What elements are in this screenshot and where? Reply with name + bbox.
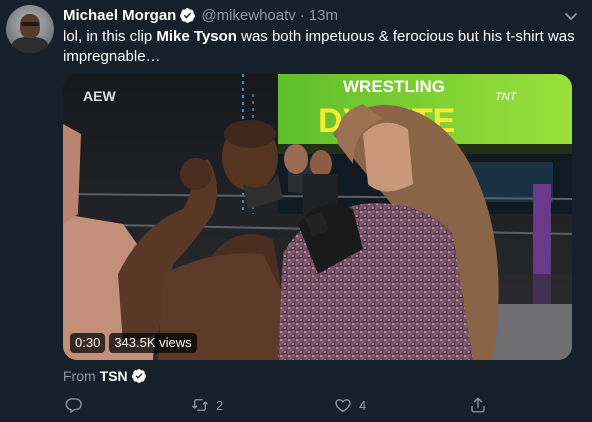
timestamp[interactable]: 13m — [309, 7, 338, 24]
retweet-icon — [192, 399, 208, 411]
tweet-card[interactable]: Michael Morgan @mikewhoatv · 13m lol, in… — [0, 0, 592, 422]
tweet-text-part: lol, in this clip — [63, 28, 157, 45]
reply-button[interactable] — [65, 394, 90, 416]
avatar-glasses — [21, 22, 39, 26]
tweet-header: Michael Morgan @mikewhoatv · 13m — [63, 6, 338, 24]
retweet-button[interactable]: 2 — [191, 394, 223, 416]
separator-dot: · — [299, 6, 305, 24]
author-handle[interactable]: @mikewhoatv — [201, 7, 295, 24]
wrestling-sign: WRESTLING — [343, 77, 445, 96]
video-duration: 0:30 — [70, 333, 106, 353]
retweet-count: 2 — [216, 397, 224, 413]
avatar-face — [20, 14, 40, 38]
tweet-actions: 2 4 — [63, 394, 503, 416]
like-count: 4 — [359, 397, 367, 413]
like-button[interactable]: 4 — [334, 394, 366, 416]
author-name[interactable]: Michael Morgan — [63, 7, 176, 24]
source-verified-icon — [131, 368, 147, 384]
verified-badge-icon — [179, 7, 196, 24]
tweet-text-bold: Mike Tyson — [156, 28, 237, 45]
video-player[interactable]: AEW WRESTLING DY MITE TNT — [63, 74, 572, 360]
share-button[interactable] — [469, 394, 487, 416]
aew-logo: AEW — [83, 88, 116, 104]
tnt-logo: TNT — [495, 91, 518, 103]
heart-icon — [335, 399, 351, 413]
more-options-icon[interactable] — [563, 8, 579, 24]
reply-icon — [65, 398, 82, 413]
avatar[interactable] — [6, 5, 54, 53]
share-icon — [471, 397, 485, 413]
video-frame: AEW WRESTLING DY MITE TNT — [63, 74, 572, 360]
source-label: From — [63, 368, 96, 384]
video-stats: 0:30 343.5K views — [70, 332, 197, 354]
video-views: 343.5K views — [109, 333, 197, 353]
avatar-shirt — [12, 37, 48, 53]
media-source: From TSN — [63, 367, 147, 385]
source-name[interactable]: TSN — [100, 368, 128, 384]
tweet-text: lol, in this clip Mike Tyson was both im… — [63, 27, 578, 67]
